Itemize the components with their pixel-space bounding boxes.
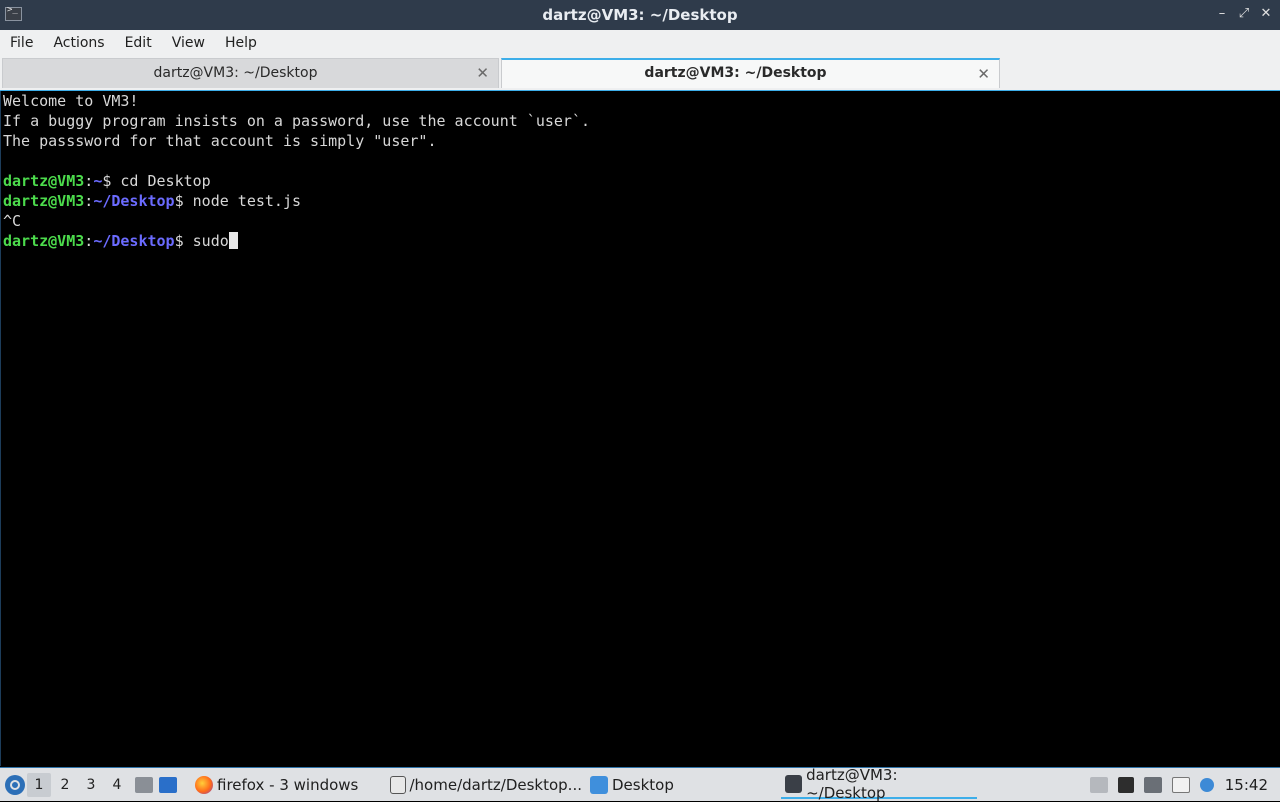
taskbar-firefox[interactable]: firefox - 3 windows (191, 771, 386, 799)
tab-label: dartz@VM3: ~/Desktop (153, 65, 318, 81)
taskbar-desktop-folder[interactable]: Desktop (586, 771, 781, 799)
taskbar-text-editor[interactable]: /home/dartz/Desktop... (386, 771, 586, 799)
start-menu-icon[interactable] (5, 774, 25, 795)
close-icon[interactable]: ✕ (1260, 6, 1272, 21)
task-label: Desktop (612, 775, 674, 794)
menu-actions[interactable]: Actions (43, 35, 114, 51)
command-line: dartz@VM3:~/Desktop$ sudo (3, 231, 1280, 251)
command-text: cd Desktop (111, 172, 211, 190)
welcome-line: Welcome to VM3! (3, 92, 139, 110)
window-titlebar[interactable]: dartz@VM3: ~/Desktop – ⤢ ✕ (0, 0, 1280, 30)
tab-bar: dartz@VM3: ~/Desktop ✕ dartz@VM3: ~/Desk… (0, 56, 1280, 91)
menu-file[interactable]: File (0, 35, 43, 51)
prompt-dollar: $ (174, 192, 184, 210)
prompt-dollar: $ (174, 232, 184, 250)
taskbar: 1 2 3 4 firefox - 3 windows /home/dartz/… (0, 766, 1280, 802)
tab-terminal-2[interactable]: dartz@VM3: ~/Desktop ✕ (501, 58, 1000, 88)
command-text: node test.js (183, 192, 302, 210)
menu-help[interactable]: Help (215, 35, 267, 51)
prompt-user: dartz@VM3 (3, 192, 85, 210)
prompt-path: ~/Desktop (93, 192, 175, 210)
prompt-path: ~ (93, 172, 103, 190)
tab-close-icon[interactable]: ✕ (977, 65, 990, 83)
menu-view[interactable]: View (162, 35, 215, 51)
volume-icon[interactable] (1117, 776, 1134, 793)
menu-edit[interactable]: Edit (115, 35, 162, 51)
command-line: dartz@VM3:~$ cd Desktop (3, 171, 1280, 191)
menu-bar: File Actions Edit View Help (0, 30, 1280, 56)
window-title: dartz@VM3: ~/Desktop (542, 6, 738, 24)
task-label: /home/dartz/Desktop... (409, 775, 583, 794)
task-label: firefox - 3 windows (217, 775, 359, 794)
command-text: sudo (183, 232, 229, 250)
tray-arrow-icon[interactable] (1089, 776, 1108, 793)
workspace-3[interactable]: 3 (79, 773, 103, 797)
folder-icon (590, 775, 608, 794)
clock[interactable]: 15:42 (1225, 776, 1268, 794)
prompt-user: dartz@VM3 (3, 172, 85, 190)
firefox-icon (195, 775, 213, 794)
tab-close-icon[interactable]: ✕ (476, 64, 489, 82)
interrupt-line: ^C (3, 212, 22, 230)
welcome-line: If a buggy program insists on a password… (3, 112, 590, 130)
task-label: dartz@VM3: ~/Desktop (806, 765, 898, 802)
workspace-4[interactable]: 4 (105, 773, 129, 797)
window-controls: – ⤢ ✕ (1216, 6, 1272, 21)
file-manager-launcher-icon[interactable] (135, 776, 153, 793)
terminal-output[interactable]: Welcome to VM3! If a buggy program insis… (0, 91, 1280, 766)
network-icon[interactable] (1143, 776, 1162, 793)
tab-label: dartz@VM3: ~/Desktop (644, 65, 827, 81)
prompt-separator: : (84, 232, 94, 250)
text-cursor (228, 232, 238, 249)
prompt-user: dartz@VM3 (3, 232, 85, 250)
prompt-separator: : (84, 192, 94, 210)
minimize-icon[interactable]: – (1216, 6, 1228, 21)
prompt-separator: : (84, 172, 94, 190)
prompt-path: ~/Desktop (93, 232, 175, 250)
command-line: dartz@VM3:~/Desktop$ node test.js (3, 191, 1280, 211)
update-notifier-icon[interactable] (1199, 777, 1214, 792)
clipboard-icon[interactable] (1171, 776, 1190, 793)
workspace-2[interactable]: 2 (53, 773, 77, 797)
show-desktop-icon[interactable] (159, 776, 177, 793)
text-editor-icon (390, 775, 406, 794)
maximize-icon[interactable]: ⤢ (1238, 6, 1250, 21)
welcome-line: The passsword for that account is simply… (3, 132, 437, 150)
system-tray: 15:42 (1085, 768, 1280, 801)
terminal-icon (785, 774, 803, 793)
taskbar-terminal[interactable]: dartz@VM3: ~/Desktop (781, 766, 977, 802)
workspace-1[interactable]: 1 (27, 772, 51, 797)
tab-terminal-1[interactable]: dartz@VM3: ~/Desktop ✕ (2, 58, 499, 88)
